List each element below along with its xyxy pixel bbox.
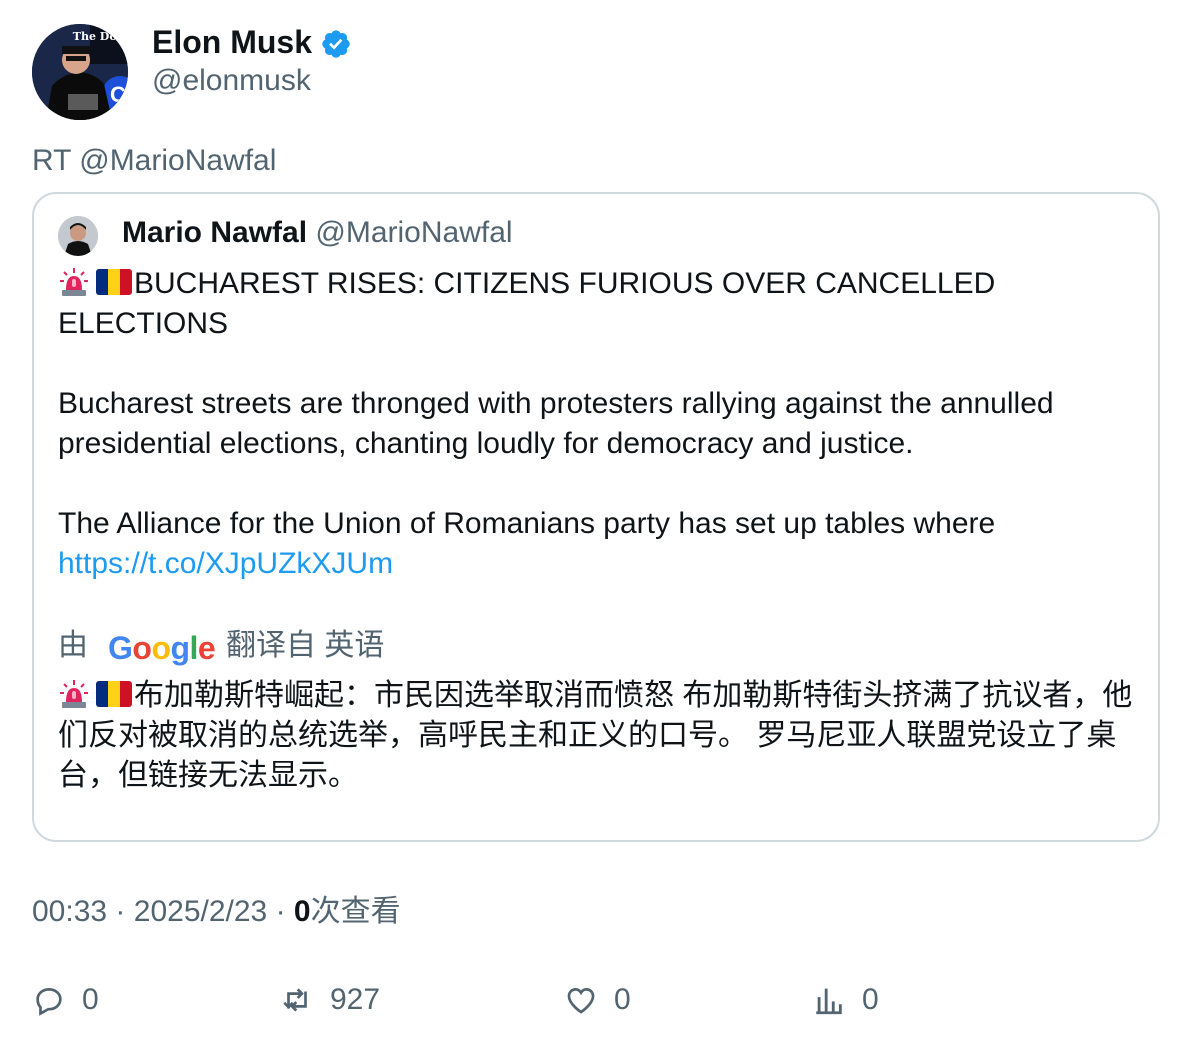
translated-from-label[interactable]: 翻译自 英语 <box>226 626 384 666</box>
police-light-icon <box>60 680 88 708</box>
romania-flag-icon <box>96 681 132 707</box>
quoted-author-handle[interactable]: @MarioNawfal <box>315 216 512 249</box>
verified-badge-icon <box>322 30 350 58</box>
views-action-count: 0 <box>862 983 879 1016</box>
translation-body: 布加勒斯特崛起：市民因选举取消而愤怒 布加勒斯特街头挤满了抗议者，他们反对被取消… <box>58 679 1133 792</box>
reply-button[interactable]: 0 <box>32 980 99 1020</box>
meta-separator: · <box>275 895 286 928</box>
retweet-button[interactable]: 927 <box>280 980 380 1020</box>
tweet-meta: 00:33 · 2025/2/23 · 0次查看 <box>32 893 401 931</box>
quoted-headline: BUCHAREST RISES: CITIZENS FURIOUS OVER C… <box>58 267 1004 340</box>
police-light-icon <box>60 268 88 296</box>
views-label: 次查看 <box>310 895 401 928</box>
meta-separator: · <box>115 895 126 928</box>
views-count: 0 <box>293 895 311 928</box>
author-name[interactable]: Elon Musk <box>152 22 312 62</box>
quoted-tweet-text: BUCHAREST RISES: CITIZENS FURIOUS OVER C… <box>58 264 1138 544</box>
analytics-icon <box>816 988 842 1015</box>
tweet-time[interactable]: 00:33 <box>32 895 107 928</box>
quoted-author-avatar[interactable] <box>58 216 98 256</box>
like-button[interactable]: 0 <box>564 980 631 1020</box>
quoted-author[interactable]: Mario Nawfal @MarioNawfal <box>122 214 513 252</box>
like-count: 0 <box>614 983 631 1016</box>
retweet-count: 927 <box>330 983 381 1016</box>
romania-flag-icon <box>96 269 132 295</box>
author-avatar[interactable]: The Dogefa C <box>32 24 128 120</box>
google-logo[interactable]: Google <box>108 628 216 668</box>
heart-icon <box>567 988 595 1014</box>
avatar-sign-text: The Dogefa <box>73 30 128 43</box>
translation-text: 布加勒斯特崛起：市民因选举取消而愤怒 布加勒斯特街头挤满了抗议者，他们反对被取消… <box>58 676 1138 796</box>
quoted-link[interactable]: https://t.co/XJpUZkXJUm <box>58 544 393 584</box>
retweet-line: RT @MarioNawfal <box>32 144 277 177</box>
reply-icon <box>36 988 62 1016</box>
translated-by-label: 由 <box>58 629 88 662</box>
views-button[interactable]: 0 <box>812 980 879 1020</box>
quoted-paragraph-2: The Alliance for the Union of Romanians … <box>58 507 996 540</box>
author-handle[interactable]: @elonmusk <box>152 62 311 100</box>
quoted-author-name[interactable]: Mario Nawfal <box>122 216 307 249</box>
avatar-letter: C <box>110 82 126 107</box>
quoted-paragraph-1: Bucharest streets are thronged with prot… <box>58 387 1062 460</box>
retweet-icon <box>283 988 307 1012</box>
reply-count: 0 <box>82 983 99 1016</box>
tweet-date[interactable]: 2025/2/23 <box>134 895 267 928</box>
